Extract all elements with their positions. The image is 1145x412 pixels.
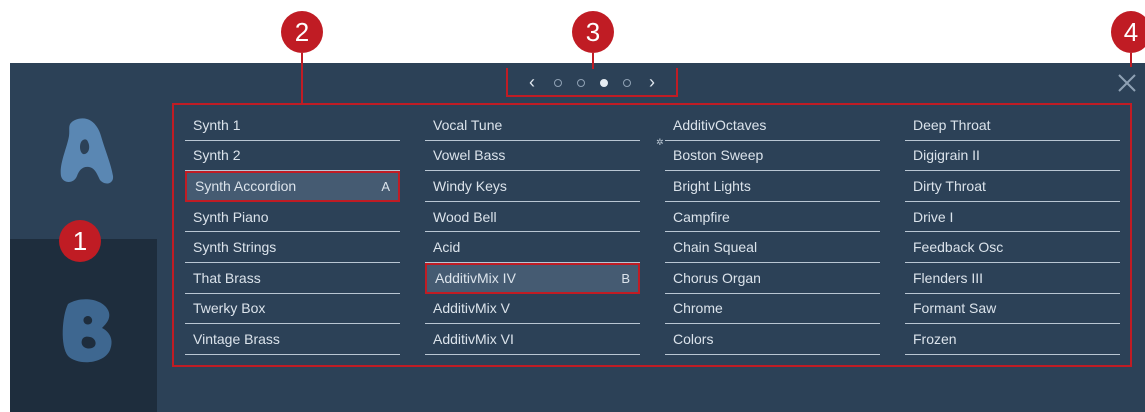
callout-4: 4 bbox=[1111, 11, 1145, 53]
preset-label: AdditivOctaves bbox=[673, 116, 767, 133]
slot-key-label: B bbox=[621, 270, 630, 286]
preset-label: Drive I bbox=[913, 208, 954, 225]
preset-label: AdditivMix V bbox=[433, 300, 511, 317]
preset-column-3: AdditivOctaves Boston Sweep Bright Lights C… bbox=[665, 110, 880, 355]
page-dot-3[interactable] bbox=[599, 78, 608, 87]
preset-label: Digigrain II bbox=[913, 147, 980, 164]
preset-item[interactable]: Chrome bbox=[665, 294, 880, 325]
gear-icon: ✲ bbox=[656, 137, 664, 147]
preset-item[interactable]: Synth Strings bbox=[185, 232, 400, 263]
page-dot-4[interactable] bbox=[622, 78, 631, 87]
letter-a-icon[interactable] bbox=[45, 110, 125, 190]
page-dot-1[interactable] bbox=[553, 78, 562, 87]
preset-item[interactable]: Synth 2 bbox=[185, 141, 400, 172]
preset-label: Flenders III bbox=[913, 269, 984, 286]
close-icon[interactable] bbox=[1116, 72, 1138, 94]
preset-label: Acid bbox=[433, 239, 461, 256]
preset-label: Dirty Throat bbox=[913, 177, 986, 194]
preset-label: Windy Keys bbox=[433, 177, 507, 194]
preset-item[interactable]: Synth Accordion A bbox=[185, 171, 400, 202]
preset-label: Vocal Tune bbox=[433, 116, 503, 133]
preset-label: Wood Bell bbox=[433, 208, 497, 225]
preset-item[interactable]: Twerky Box bbox=[185, 294, 400, 325]
preset-item[interactable]: AdditivOctaves bbox=[665, 110, 880, 141]
preset-label: Synth Accordion bbox=[195, 178, 297, 195]
preset-item[interactable]: Campfire bbox=[665, 202, 880, 233]
preset-label: Chain Squeal bbox=[673, 239, 758, 256]
preset-item[interactable]: Chain Squeal bbox=[665, 232, 880, 263]
callout-3-line bbox=[592, 53, 594, 69]
callout-4-line bbox=[1130, 53, 1132, 67]
preset-label: Formant Saw bbox=[913, 300, 997, 317]
chevron-right-icon[interactable]: › bbox=[638, 72, 666, 93]
preset-item[interactable]: Boston Sweep bbox=[665, 141, 880, 172]
preset-item[interactable]: Vintage Brass bbox=[185, 324, 400, 355]
preset-item[interactable]: AdditivMix V bbox=[425, 294, 640, 325]
preset-item[interactable]: Drive I bbox=[905, 202, 1120, 233]
callout-2-line bbox=[301, 53, 303, 103]
preset-label: Campfire bbox=[673, 208, 730, 225]
preset-item[interactable]: Synth 1 bbox=[185, 110, 400, 141]
preset-item[interactable]: AdditivMix IV B bbox=[425, 262, 640, 294]
preset-item[interactable]: Flenders III bbox=[905, 263, 1120, 294]
preset-item[interactable]: AdditivMix VI bbox=[425, 324, 640, 355]
letter-b-icon[interactable] bbox=[50, 290, 130, 370]
callout-3: 3 bbox=[572, 11, 614, 53]
preset-label: Vintage Brass bbox=[193, 330, 280, 347]
preset-label: Chrome bbox=[673, 300, 723, 317]
preset-label: AdditivMix VI bbox=[433, 330, 514, 347]
preset-item[interactable]: Bright Lights bbox=[665, 171, 880, 202]
preset-label: Feedback Osc bbox=[913, 239, 1004, 256]
preset-label: Vowel Bass bbox=[433, 147, 506, 164]
preset-item[interactable]: Acid bbox=[425, 232, 640, 263]
preset-item[interactable]: Synth Piano bbox=[185, 202, 400, 233]
preset-label: Synth 2 bbox=[193, 147, 241, 164]
preset-item[interactable]: Windy Keys bbox=[425, 171, 640, 202]
preset-label: Boston Sweep bbox=[673, 147, 764, 164]
preset-label: That Brass bbox=[193, 269, 261, 286]
preset-item[interactable]: Digigrain II bbox=[905, 141, 1120, 172]
preset-label: Twerky Box bbox=[193, 300, 266, 317]
preset-label: Bright Lights bbox=[673, 177, 751, 194]
preset-column-4: Deep Throat Digigrain II Dirty Throat Drive… bbox=[905, 110, 1120, 355]
preset-item[interactable]: Vocal Tune bbox=[425, 110, 640, 141]
preset-label: Frozen bbox=[913, 330, 957, 347]
preset-item[interactable]: Dirty Throat bbox=[905, 171, 1120, 202]
preset-label: Deep Throat bbox=[913, 116, 991, 133]
preset-item[interactable]: Chorus Organ bbox=[665, 263, 880, 294]
page-dot-2[interactable] bbox=[576, 78, 585, 87]
preset-item[interactable]: Vowel Bass bbox=[425, 141, 640, 172]
preset-item[interactable]: Wood Bell bbox=[425, 202, 640, 233]
page-navigator: ‹ › bbox=[506, 68, 678, 97]
preset-item[interactable]: Deep Throat bbox=[905, 110, 1120, 141]
slot-key-label: A bbox=[381, 178, 390, 194]
preset-item[interactable]: Formant Saw bbox=[905, 294, 1120, 325]
preset-column-2: Vocal Tune Vowel Bass Windy Keys Wood Bell A… bbox=[425, 110, 640, 355]
preset-label: Colors bbox=[673, 330, 714, 347]
preset-label: Synth Strings bbox=[193, 239, 277, 256]
preset-label: Synth 1 bbox=[193, 116, 241, 133]
preset-label: Chorus Organ bbox=[673, 269, 761, 286]
preset-label: Synth Piano bbox=[193, 208, 269, 225]
callout-2: 2 bbox=[281, 11, 323, 53]
preset-item[interactable]: Colors bbox=[665, 324, 880, 355]
preset-item[interactable]: Feedback Osc bbox=[905, 232, 1120, 263]
preset-label: AdditivMix IV bbox=[435, 270, 516, 287]
preset-item[interactable]: That Brass bbox=[185, 263, 400, 294]
preset-column-1: Synth 1 Synth 2 Synth Accordion A Synth Pian… bbox=[185, 110, 400, 355]
chevron-left-icon[interactable]: ‹ bbox=[518, 72, 546, 93]
callout-1: 1 bbox=[59, 220, 101, 262]
preset-item[interactable]: Frozen bbox=[905, 324, 1120, 355]
